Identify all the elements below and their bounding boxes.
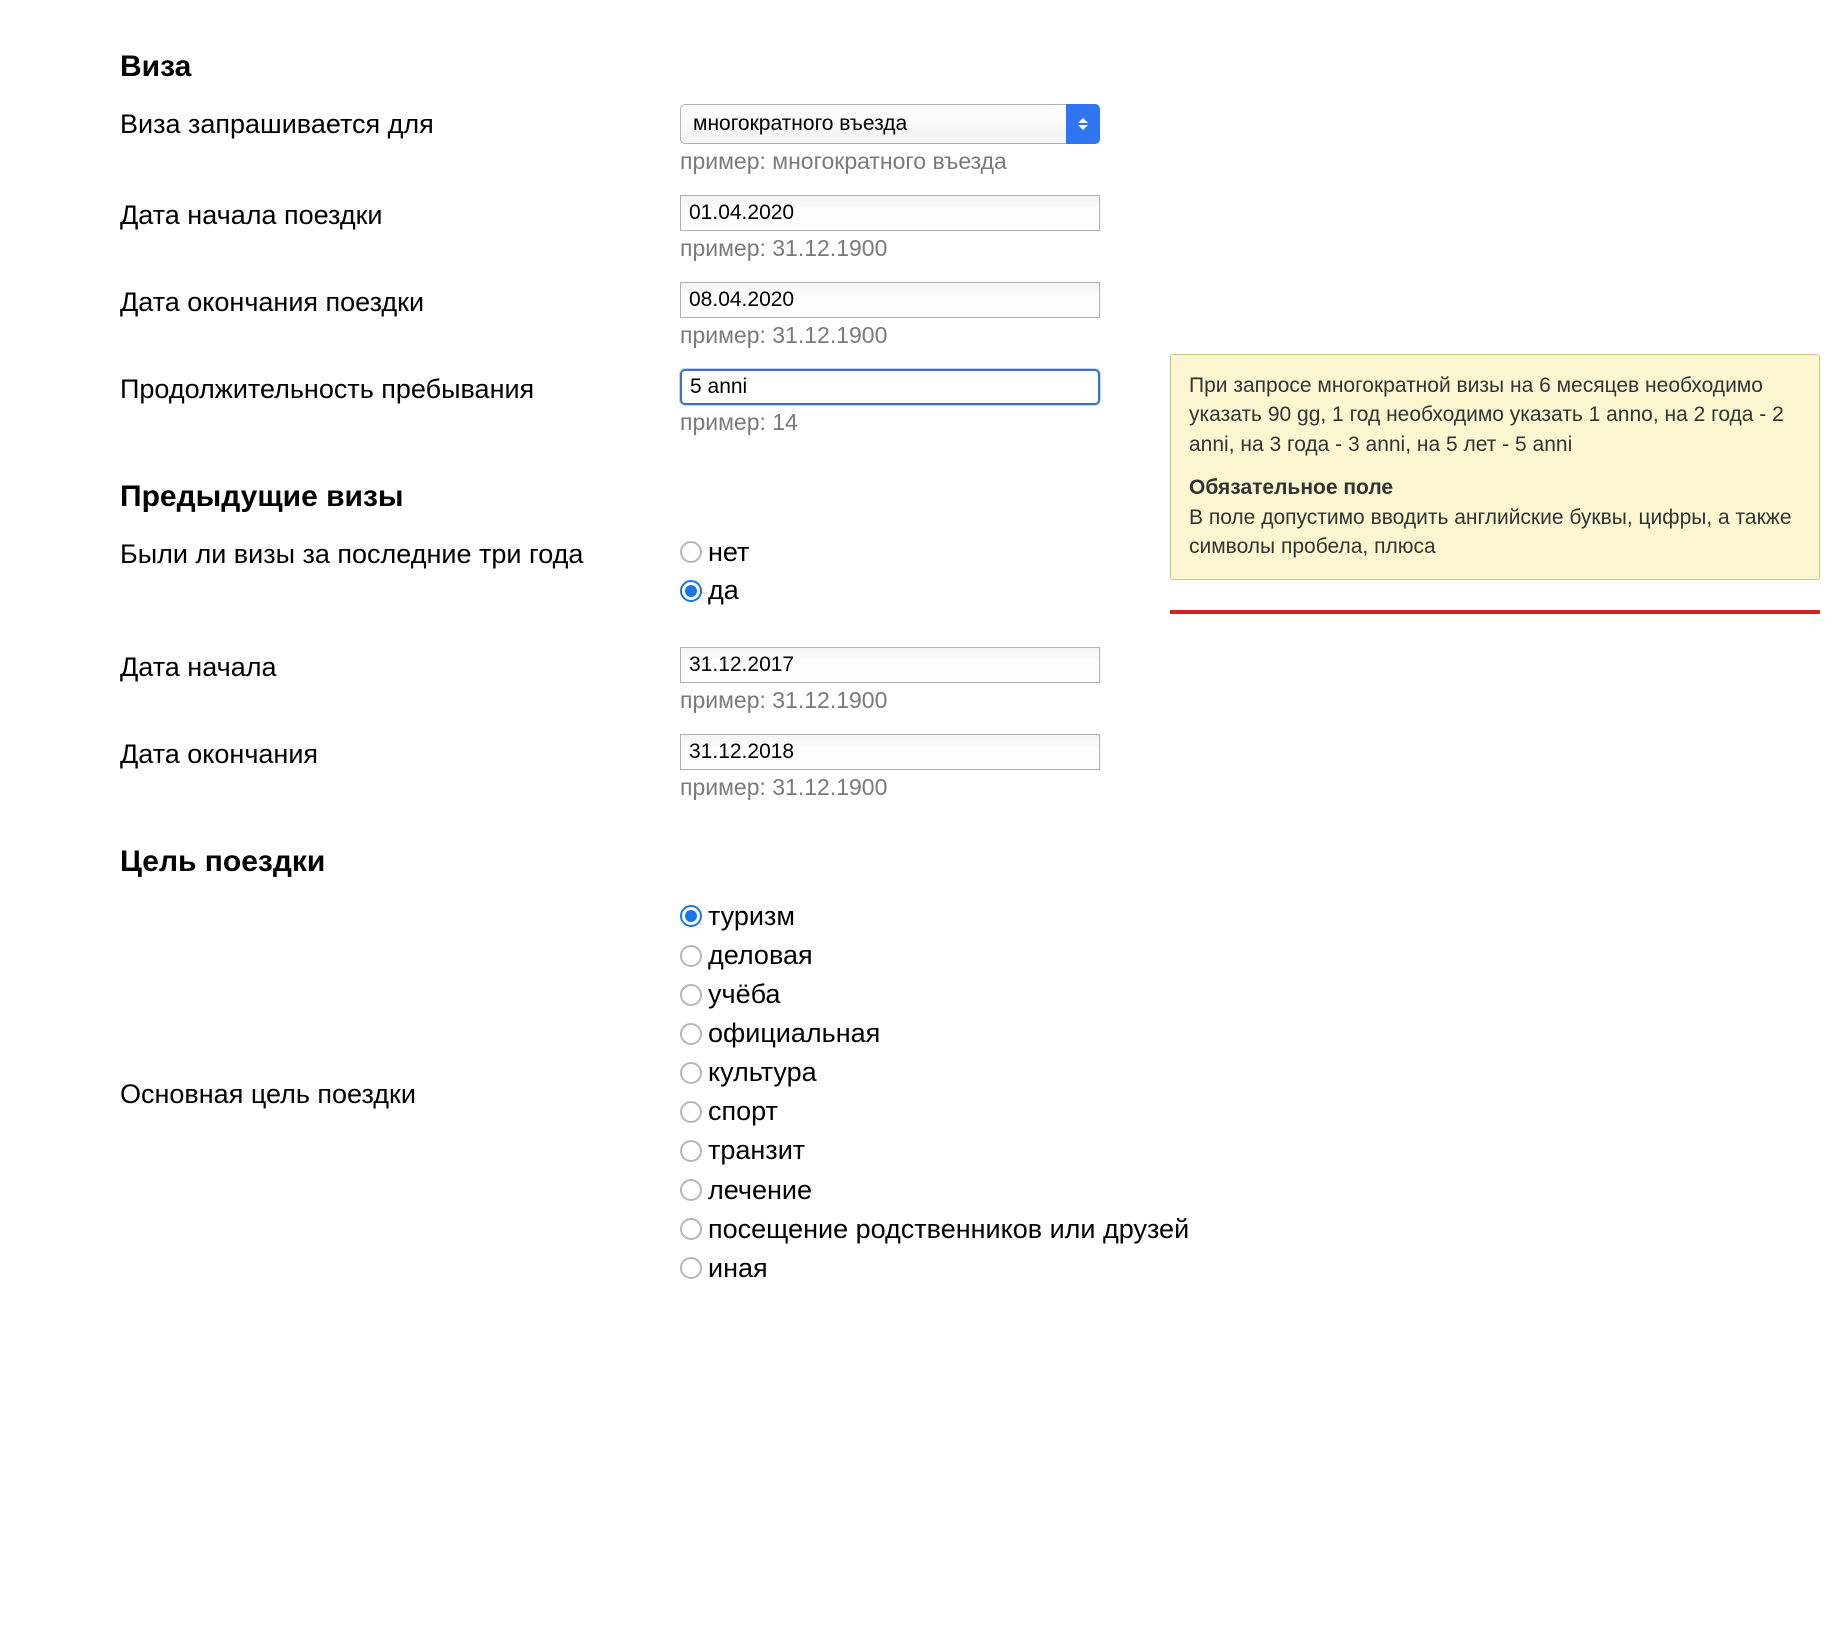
purpose-option-label: деловая: [708, 938, 813, 973]
duration-tooltip: При запросе многократной визы на 6 месяц…: [1170, 354, 1820, 580]
purpose-option-label: транзит: [708, 1133, 805, 1168]
trip-end-label: Дата окончания поездки: [120, 282, 680, 320]
had-visas-no-radio[interactable]: [680, 541, 702, 563]
trip-end-hint: пример: 31.12.1900: [680, 322, 1130, 349]
purpose-option-label: иная: [708, 1251, 768, 1286]
trip-start-hint: пример: 31.12.1900: [680, 235, 1130, 262]
tooltip-strong: Обязательное поле: [1189, 473, 1801, 502]
purpose-option-label: посещение родственников или друзей: [708, 1212, 1189, 1247]
main-purpose-label: Основная цель поездки: [120, 1079, 680, 1110]
duration-hint: пример: 14: [680, 409, 1130, 436]
trip-end-input[interactable]: [680, 282, 1100, 318]
purpose-radio[interactable]: [680, 1218, 702, 1240]
duration-label: Продолжительность пребывания: [120, 369, 680, 407]
purpose-option-label: туризм: [708, 899, 795, 934]
requested-for-select[interactable]: многократного въезда: [680, 104, 1100, 144]
tooltip-error-underline: [1170, 610, 1820, 614]
tooltip-text-1: При запросе многократной визы на 6 месяц…: [1189, 374, 1784, 456]
purpose-radio[interactable]: [680, 984, 702, 1006]
had-visas-yes-radio[interactable]: [680, 580, 702, 602]
trip-start-label: Дата начала поездки: [120, 195, 680, 233]
purpose-radio[interactable]: [680, 1257, 702, 1279]
prev-end-label: Дата окончания: [120, 734, 680, 772]
prev-end-input[interactable]: [680, 734, 1100, 770]
purpose-radio[interactable]: [680, 1140, 702, 1162]
had-visas-yes-label: да: [708, 572, 739, 608]
purpose-radio[interactable]: [680, 1062, 702, 1084]
tooltip-text-2: В поле допустимо вводить английские букв…: [1189, 506, 1792, 558]
purpose-radio[interactable]: [680, 905, 702, 927]
purpose-option-label: учёба: [708, 977, 780, 1012]
purpose-radio[interactable]: [680, 1179, 702, 1201]
purpose-option-label: официальная: [708, 1016, 880, 1051]
purpose-radio[interactable]: [680, 1023, 702, 1045]
prev-start-label: Дата начала: [120, 647, 680, 685]
had-visas-label: Были ли визы за последние три года: [120, 534, 680, 572]
purpose-radio[interactable]: [680, 945, 702, 967]
chevron-updown-icon: [1066, 104, 1100, 144]
purpose-option-label: культура: [708, 1055, 817, 1090]
purpose-radio[interactable]: [680, 1101, 702, 1123]
duration-input[interactable]: [680, 369, 1100, 405]
prev-start-input[interactable]: [680, 647, 1100, 683]
section-visa-heading: Виза: [120, 50, 1840, 84]
prev-start-hint: пример: 31.12.1900: [680, 687, 1130, 714]
requested-for-value: многократного въезда: [693, 112, 907, 136]
requested-for-label: Виза запрашивается для: [120, 104, 680, 142]
purpose-option-label: спорт: [708, 1094, 778, 1129]
requested-for-hint: пример: многократного въезда: [680, 148, 1130, 175]
had-visas-no-label: нет: [708, 534, 749, 570]
purpose-radio-group: туризм деловая учёба официальная культура спо…: [680, 899, 1240, 1290]
trip-start-input[interactable]: [680, 195, 1100, 231]
purpose-option-label: лечение: [708, 1173, 812, 1208]
prev-end-hint: пример: 31.12.1900: [680, 774, 1130, 801]
section-purpose-heading: Цель поездки: [120, 845, 1840, 879]
